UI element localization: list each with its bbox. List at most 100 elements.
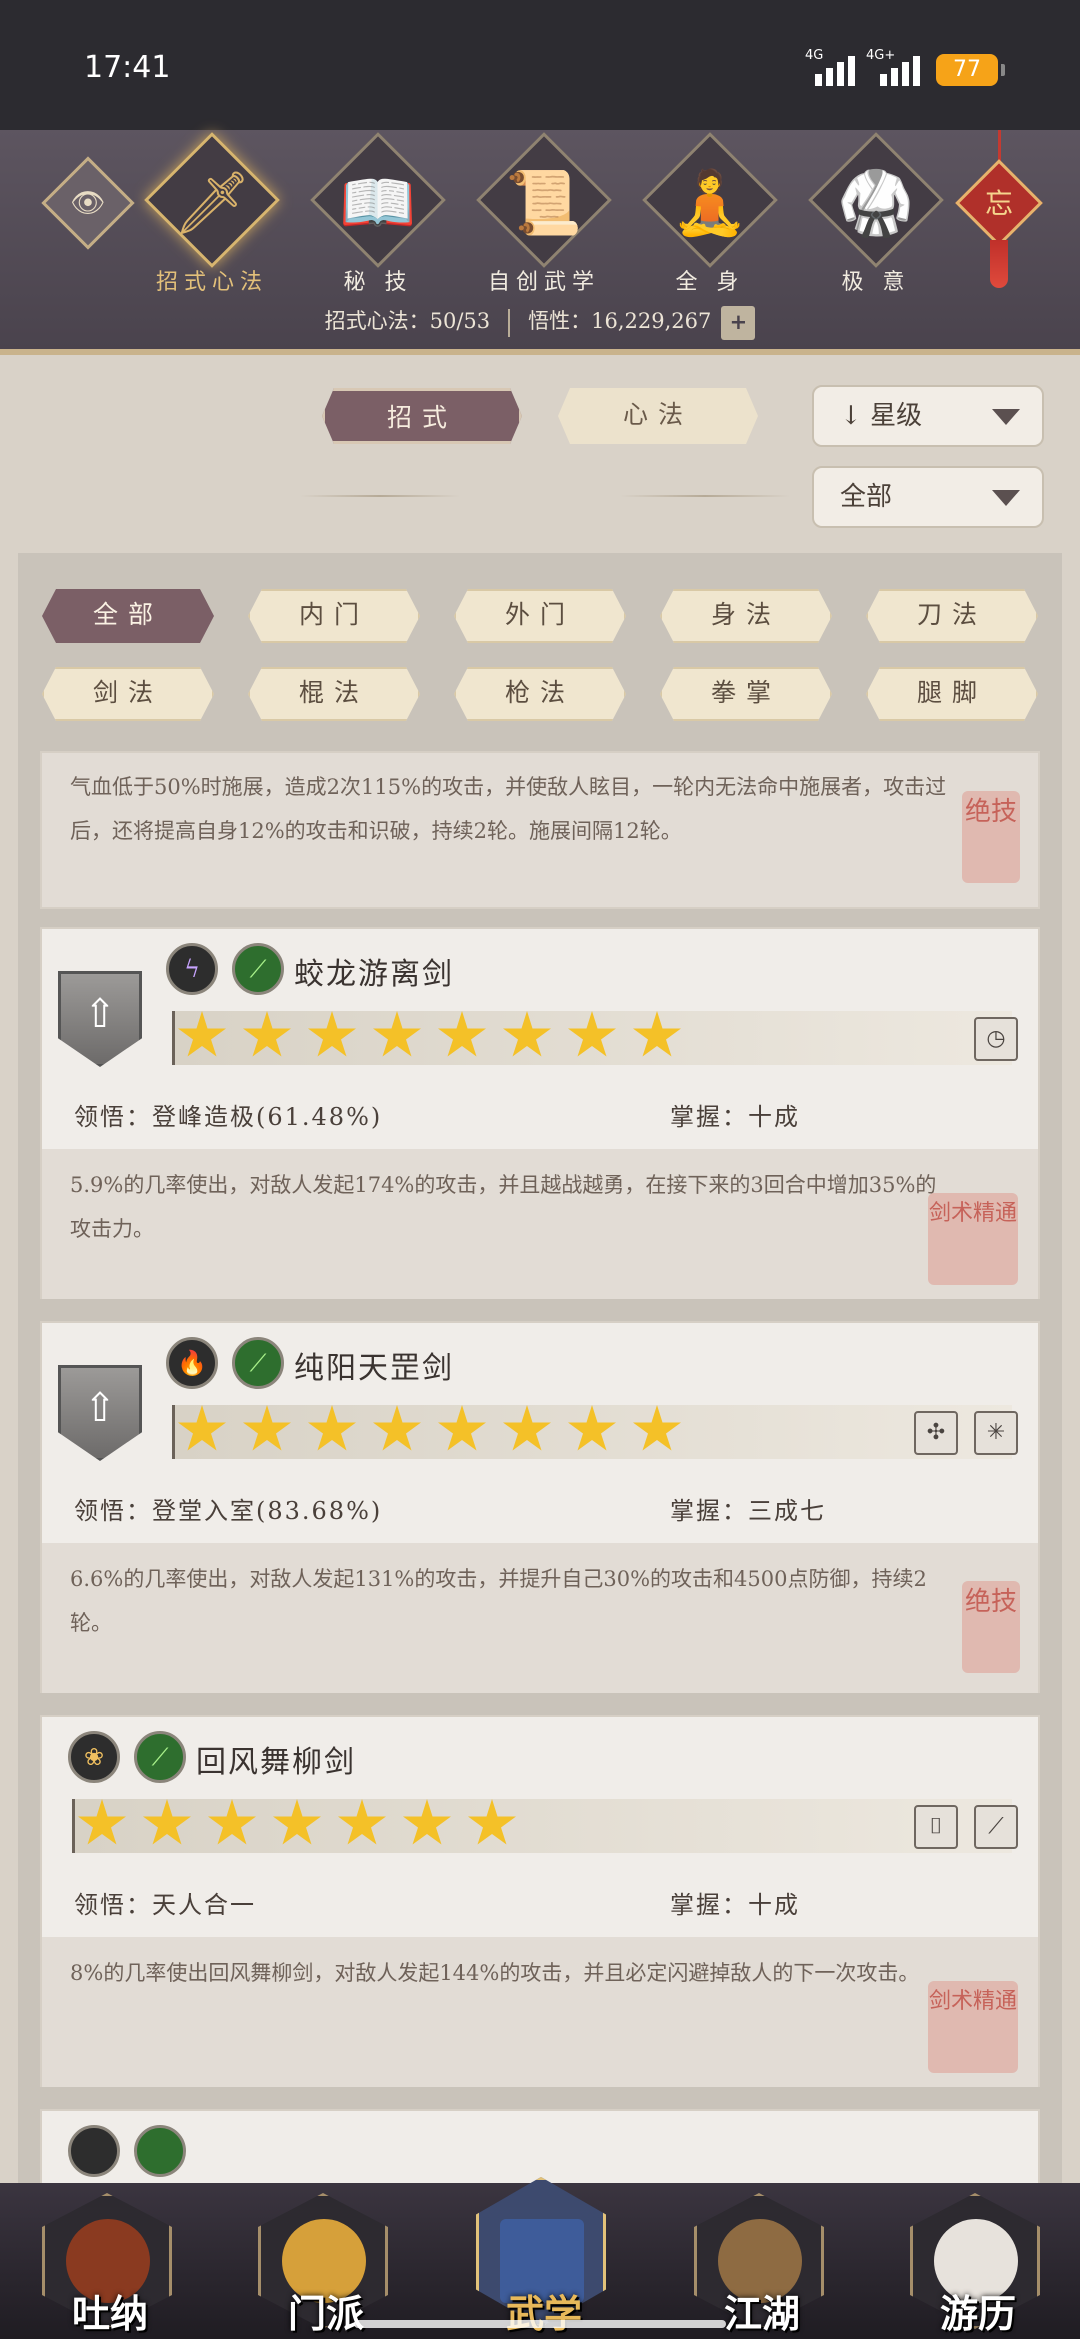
xinfa-toggle[interactable]: 心法 — [558, 388, 758, 444]
battery-icon: 77 — [936, 54, 1005, 86]
caret-down-icon — [992, 490, 1020, 506]
filter-neimen[interactable]: 内门 — [248, 589, 420, 643]
knot-icon: 忘 — [984, 187, 1013, 220]
book-icon: 📖 — [339, 166, 417, 239]
knot-ornament-button[interactable]: 忘 — [955, 130, 1043, 290]
sword-type-icon: ⟋ — [232, 943, 284, 995]
tab-label: 极 意 — [841, 270, 911, 295]
sort-label: 星级 — [870, 401, 923, 431]
progress-count: 招式心法：50/53 — [324, 309, 491, 333]
star-icon — [468, 1799, 516, 1845]
star-icon — [568, 1405, 616, 1451]
star-icon — [633, 1011, 681, 1057]
star-icon — [503, 1405, 551, 1451]
star-rating — [172, 1011, 1012, 1065]
nav-label: 江湖 — [723, 2291, 800, 2336]
status-time: 17:41 — [84, 50, 171, 85]
pillar-icon[interactable]: ⌷ — [914, 1805, 958, 1849]
filter-all[interactable]: 全部 — [42, 589, 214, 643]
seal-stamp: 剑术精通 — [928, 1193, 1018, 1285]
filter-gunfa[interactable]: 棍法 — [248, 667, 420, 721]
category-dropdown[interactable]: 全部 — [812, 466, 1044, 528]
scroll-icon: 📜 — [505, 166, 583, 239]
signal-icon-1 — [815, 50, 855, 86]
nav-label: 武学 — [505, 2291, 582, 2336]
arrow-down-icon: ↓ — [840, 401, 862, 431]
upgrade-badge-icon[interactable]: ⇧ — [58, 971, 142, 1067]
meditation-icon: 🧘 — [671, 166, 749, 239]
skill-name: 蛟龙游离剑 — [294, 957, 454, 992]
star-icon — [243, 1011, 291, 1057]
seal-stamp: 绝技 — [962, 1581, 1020, 1673]
category-label: 全部 — [840, 482, 893, 512]
tab-label: 秘 技 — [343, 270, 413, 295]
zhangwo-label: 掌握：十成 — [670, 1103, 800, 1131]
skill-card[interactable]: ⇧ ϟ ⟋ 蛟龙游离剑 ◷ 领悟：登峰造极(61.48%) 掌握：十成 5.9%… — [40, 927, 1040, 1299]
nav-jianghu[interactable]: 江湖 — [682, 2183, 832, 2336]
tab-miji[interactable]: 📖 秘 技 — [298, 132, 448, 295]
compass-icon[interactable]: ✣ — [914, 1411, 958, 1455]
tab-zhaoshi-xinfa[interactable]: 🗡 招式心法 — [132, 132, 282, 295]
skill-description: 5.9%的几率使出，对敌人发起174%的攻击，并且越战越勇，在接下来的3回合中增… — [70, 1173, 937, 1241]
skill-panel: 全部 内门 外门 身法 刀法 剑法 棍法 枪法 拳掌 腿脚 气血低于50%时施展… — [18, 553, 1062, 2183]
lingwu-label: 领悟：登峰造极(61.48%) — [74, 1103, 383, 1131]
filter-tuijiao[interactable]: 腿脚 — [866, 667, 1038, 721]
signal-icon-2 — [880, 50, 920, 86]
filter-qiangfa[interactable]: 枪法 — [454, 667, 626, 721]
filter-jianfa[interactable]: 剑法 — [42, 667, 214, 721]
tab-jiyi[interactable]: 🥋 极 意 — [796, 132, 946, 295]
sword-type-icon: ⟋ — [134, 1731, 186, 1783]
skill-card-partial[interactable]: 气血低于50%时施展，造成2次115%的攻击，并使敌人眩目，一轮内无法命中施展者… — [40, 751, 1040, 909]
star-icon — [373, 1405, 421, 1451]
sword-type-icon: ⟋ — [232, 1337, 284, 1389]
star-rating — [172, 1405, 1012, 1459]
skill-name: 纯阳天罡剑 — [294, 1351, 454, 1386]
clock-icon[interactable]: ◷ — [974, 1017, 1018, 1061]
filter-shenfa[interactable]: 身法 — [660, 589, 832, 643]
burst-icon[interactable]: ✳ — [974, 1411, 1018, 1455]
nav-menpai[interactable]: 门派 — [246, 2183, 396, 2336]
seal-stamp: 绝技 — [962, 791, 1020, 883]
star-icon — [338, 1799, 386, 1845]
lotus-element-icon: ❀ — [68, 1731, 120, 1783]
zhangwo-label: 掌握：三成七 — [670, 1497, 826, 1525]
star-icon — [403, 1799, 451, 1845]
nav-label: 游历 — [939, 2291, 1016, 2336]
tab-quanshen[interactable]: 🧘 全 身 — [630, 132, 780, 295]
lightning-element-icon: ϟ — [166, 943, 218, 995]
skill-card[interactable]: ❀ ⟋ 回风舞柳剑 ⌷ ⟋ 领悟：天人合一 掌握：十成 8%的几率使出回风舞柳剑… — [40, 1715, 1040, 2087]
filter-daofa[interactable]: 刀法 — [866, 589, 1038, 643]
star-icon — [178, 1011, 226, 1057]
slash-icon[interactable]: ⟋ — [974, 1805, 1018, 1849]
eye-toggle-button[interactable]: 👁 — [41, 156, 135, 250]
skill-card-peek[interactable] — [40, 2109, 1040, 2183]
skill-card[interactable]: ⇧ 🔥 ⟋ 纯阳天罡剑 ✣ ✳ 领悟：登堂入室(83.68%) 掌握：三成七 6… — [40, 1321, 1040, 1693]
martial-header: 👁 🗡 招式心法 📖 秘 技 📜 自创武学 🧘 全 身 🥋 极 意 忘 招式心法… — [0, 130, 1080, 355]
tab-zichuang[interactable]: 📜 自创武学 — [464, 132, 614, 295]
star-icon — [373, 1011, 421, 1057]
star-rating — [72, 1799, 1012, 1853]
tab-label: 招式心法 — [155, 270, 268, 295]
stars — [175, 1405, 682, 1455]
stars — [75, 1799, 517, 1849]
nav-youli[interactable]: 游历 — [898, 2183, 1048, 2336]
nav-tuna[interactable]: 吐纳 — [30, 2183, 180, 2336]
star-icon — [143, 1799, 191, 1845]
eye-icon: 👁 — [70, 186, 106, 219]
nav-wuxue[interactable]: 武学 — [464, 2177, 614, 2336]
zhaoshi-toggle[interactable]: 招式 — [322, 388, 522, 444]
sort-dropdown[interactable]: ↓ 星级 — [812, 385, 1044, 447]
caret-down-icon — [992, 409, 1020, 425]
add-wuxing-button[interactable]: + — [721, 305, 756, 340]
home-indicator[interactable] — [354, 2320, 726, 2328]
upgrade-badge-icon[interactable]: ⇧ — [58, 1365, 142, 1461]
nav-label: 吐纳 — [71, 2291, 148, 2336]
star-icon — [308, 1011, 356, 1057]
filter-quanzhang[interactable]: 拳掌 — [660, 667, 832, 721]
filter-waimen[interactable]: 外门 — [454, 589, 626, 643]
sword-icon: 🗡 — [172, 166, 252, 239]
skill-description: 气血低于50%时施展，造成2次115%的攻击，并使敌人眩目，一轮内无法命中施展者… — [70, 775, 947, 843]
lingwu-label: 领悟：登堂入室(83.68%) — [74, 1497, 383, 1525]
skill-name: 回风舞柳剑 — [196, 1745, 356, 1780]
star-icon — [438, 1405, 486, 1451]
